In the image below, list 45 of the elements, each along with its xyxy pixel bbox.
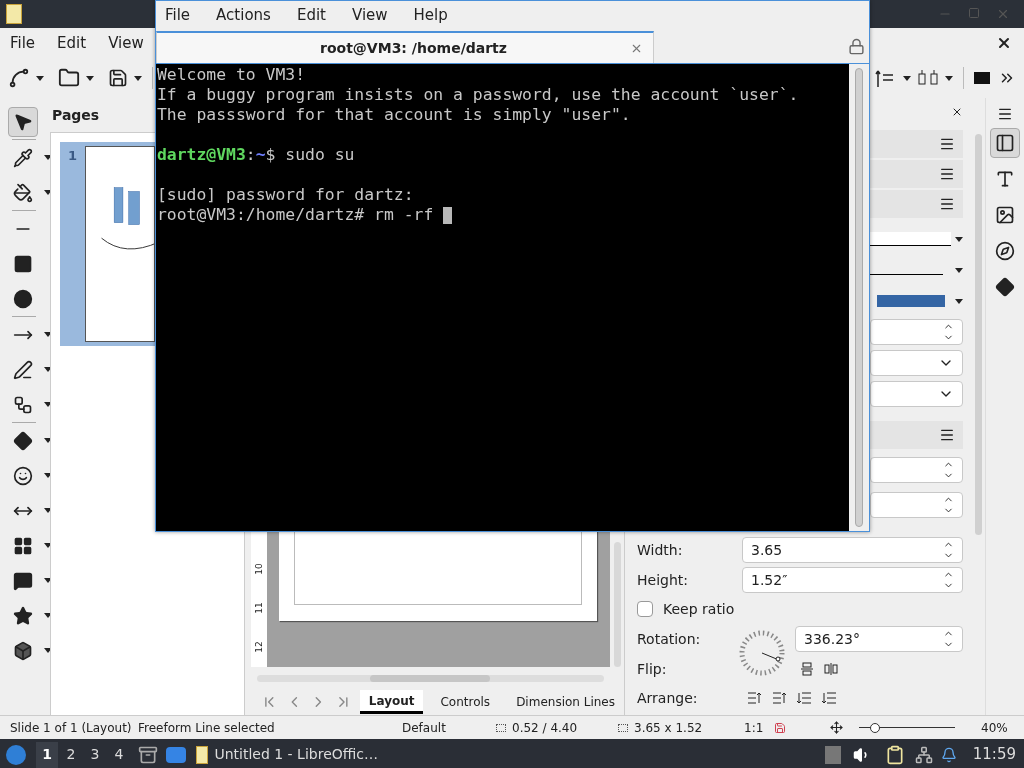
status-text: 1:1 (744, 719, 765, 737)
terminal-line: Welcome to VM3! (157, 65, 306, 85)
field-label: Flip: (637, 659, 668, 679)
menu-item[interactable]: View (351, 3, 388, 27)
menu-item[interactable]: File (165, 3, 191, 27)
ruler-number: 11 (253, 602, 265, 614)
terminal-tab[interactable]: root@VM3: /home/dartz (156, 31, 654, 63)
layer-tab[interactable]: Layout (359, 690, 424, 714)
ruler-number: 12 (253, 641, 265, 653)
menu-item[interactable]: Actions (216, 3, 271, 27)
status-text: 40% (981, 719, 1008, 737)
status-text: Default (402, 719, 447, 737)
panel-title: Pages (52, 105, 100, 125)
terminal-line: [sudo] password for dartz: (157, 185, 414, 205)
menu-item[interactable]: Edit (57, 31, 87, 55)
layer-tab[interactable]: Dimension Lines (507, 690, 624, 714)
status-text: Slide 1 of 1 (Layout) (10, 719, 133, 737)
page-number: 1 (66, 147, 78, 165)
spin-field[interactable]: 1.52″ (742, 567, 963, 593)
status-text: 3.65 x 1.52 (634, 719, 704, 737)
spin-field[interactable]: 336.23° (795, 626, 963, 652)
menu-item[interactable]: View (108, 31, 144, 55)
workspace-button[interactable]: 3 (84, 741, 106, 768)
ruler-number: 10 (253, 563, 265, 575)
workspace-button[interactable]: 2 (60, 741, 82, 768)
status-text: 0.52 / 4.40 (512, 719, 579, 737)
layer-tab[interactable]: Controls (431, 690, 500, 714)
checkbox-label: Keep ratio (663, 599, 735, 619)
field-label: Rotation: (637, 629, 702, 649)
terminal-line: root@VM3:/home/dartz# rm -rf (157, 205, 435, 225)
terminal-line: The passsword for that account is simply "user". (157, 105, 631, 125)
clock: 11:59 (972, 744, 1016, 766)
window-button[interactable]: Untitled 1 - LibreOffic… (192, 740, 382, 768)
status-text: Freeform Line selected (138, 719, 276, 737)
field-label: Height: (637, 570, 689, 590)
menu-item[interactable]: File (10, 31, 36, 55)
field-label: Arrange: (637, 688, 699, 708)
spin-field[interactable]: 3.65 (742, 537, 963, 563)
terminal-line: dartz@VM3:~$ sudo su (157, 145, 355, 164)
workspace-button[interactable]: 4 (108, 741, 130, 768)
terminal-line: If a buggy program insists on a password, use the account `user`. (157, 85, 799, 105)
workspace-button[interactable]: 1 (36, 741, 58, 768)
menu-item[interactable]: Edit (296, 3, 326, 27)
field-label: Width: (637, 540, 684, 560)
menu-item[interactable]: Help (413, 3, 448, 27)
